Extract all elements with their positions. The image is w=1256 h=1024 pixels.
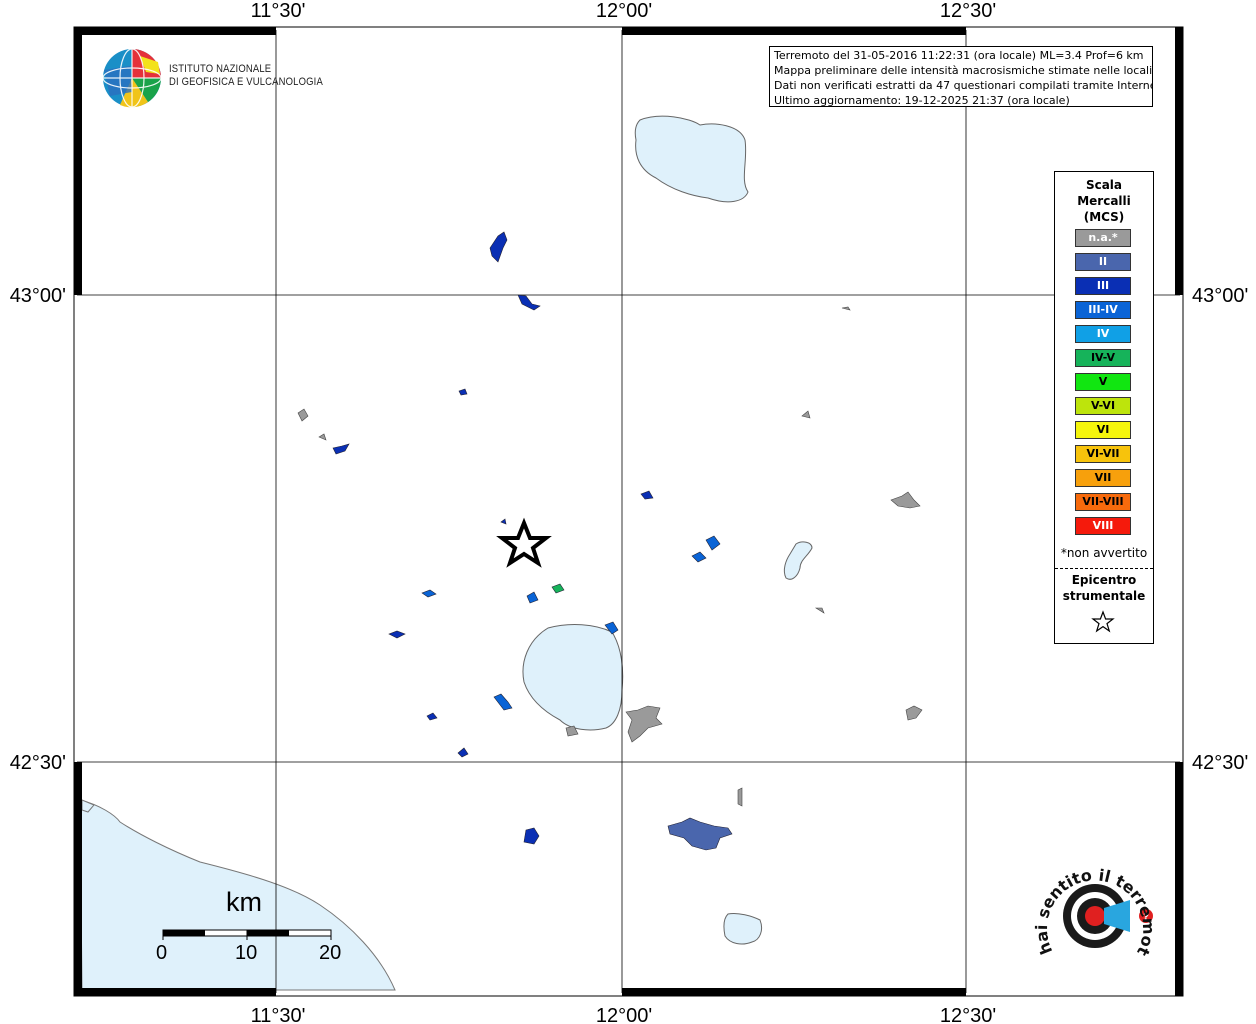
legend-item: III	[1075, 277, 1131, 295]
legend-item: VIII	[1075, 517, 1131, 535]
legend-item: n.a.*	[1075, 229, 1131, 247]
legend-item: III-IV	[1075, 301, 1131, 319]
legend-item: II	[1075, 253, 1131, 271]
scale-tick-0: 0	[156, 942, 168, 964]
legend-item: VII	[1075, 469, 1131, 487]
legend-divider	[1055, 568, 1153, 569]
bottom-label-2: 12°00'	[596, 1005, 652, 1024]
scale-tick-20: 20	[319, 942, 342, 964]
right-label-2: 42°30'	[1192, 752, 1248, 774]
mcs-legend: Scala Mercalli (MCS) n.a.* II III III-IV IV I…	[1054, 171, 1154, 644]
legend-epicenter-label: Epicentro strumentale	[1055, 572, 1153, 604]
info-line-4: Ultimo aggiornamento: 19-12-2025 21:37 (…	[774, 94, 1070, 107]
logo-line-1: ISTITUTO NAZIONALE	[169, 63, 272, 75]
legend-title: Scala Mercalli (MCS)	[1055, 177, 1153, 225]
legend-item: V-VI	[1075, 397, 1131, 415]
axis-labels-top: 11°30' 12°00' 12°30'	[251, 0, 997, 22]
legend-item: VI	[1075, 421, 1131, 439]
legend-epicenter-line-1: Epicentro	[1071, 573, 1137, 587]
axis-labels-left: 43°00' 42°30'	[10, 285, 66, 774]
municipality-na	[737, 787, 743, 807]
ingv-logo-text: ISTITUTO NAZIONALE DI GEOFISICA E VULCAN…	[169, 63, 323, 89]
legend-star-icon	[1091, 610, 1115, 633]
top-label-1: 11°30'	[251, 0, 306, 22]
legend-note: *non avvertito	[1060, 546, 1148, 560]
bottom-label-1: 11°30'	[251, 1005, 306, 1024]
earthquake-info-box: Terremoto del 31-05-2016 11:22:31 (ora l…	[769, 46, 1153, 107]
bottom-label-3: 12°30'	[940, 1005, 996, 1024]
axis-labels-right: 43°00' 42°30'	[1192, 285, 1248, 774]
left-label-1: 43°00'	[10, 285, 66, 307]
scale-tick-10: 10	[235, 942, 258, 964]
legend-title-2: Mercalli	[1077, 194, 1131, 208]
legend-item: IV-V	[1075, 349, 1131, 367]
map-frame	[74, 27, 1183, 996]
lake-vico	[723, 913, 763, 945]
legend-epicenter-line-2: strumentale	[1062, 589, 1146, 603]
info-line-2: Mappa preliminare delle intensità macros…	[774, 64, 1153, 77]
top-label-3: 12°30'	[940, 0, 996, 22]
legend-title-1: Scala	[1085, 178, 1123, 192]
right-label-1: 43°00'	[1192, 285, 1248, 307]
legend-item: IV	[1075, 325, 1131, 343]
legend-item: VII-VIII	[1075, 493, 1131, 511]
info-line-3: Dati non verificati estratti da 47 quest…	[774, 79, 1153, 92]
scale-unit-label: km	[226, 887, 262, 917]
left-label-2: 42°30'	[10, 752, 66, 774]
top-label-2: 12°00'	[596, 0, 652, 22]
axis-labels-bottom: 11°30' 12°00' 12°30'	[251, 1005, 997, 1024]
legend-item: VI-VII	[1075, 445, 1131, 463]
logo-line-2: DI GEOFISICA E VULCANOLOGIA	[169, 76, 323, 88]
ingv-globe-logo	[102, 48, 162, 108]
legend-title-3: (MCS)	[1083, 210, 1125, 224]
legend-list: n.a.* II III III-IV IV IV-V V V-VI VI VI-VII VII VI…	[1075, 229, 1131, 541]
legend-item: V	[1075, 373, 1131, 391]
info-line-1: Terremoto del 31-05-2016 11:22:31 (ora l…	[774, 49, 1144, 62]
